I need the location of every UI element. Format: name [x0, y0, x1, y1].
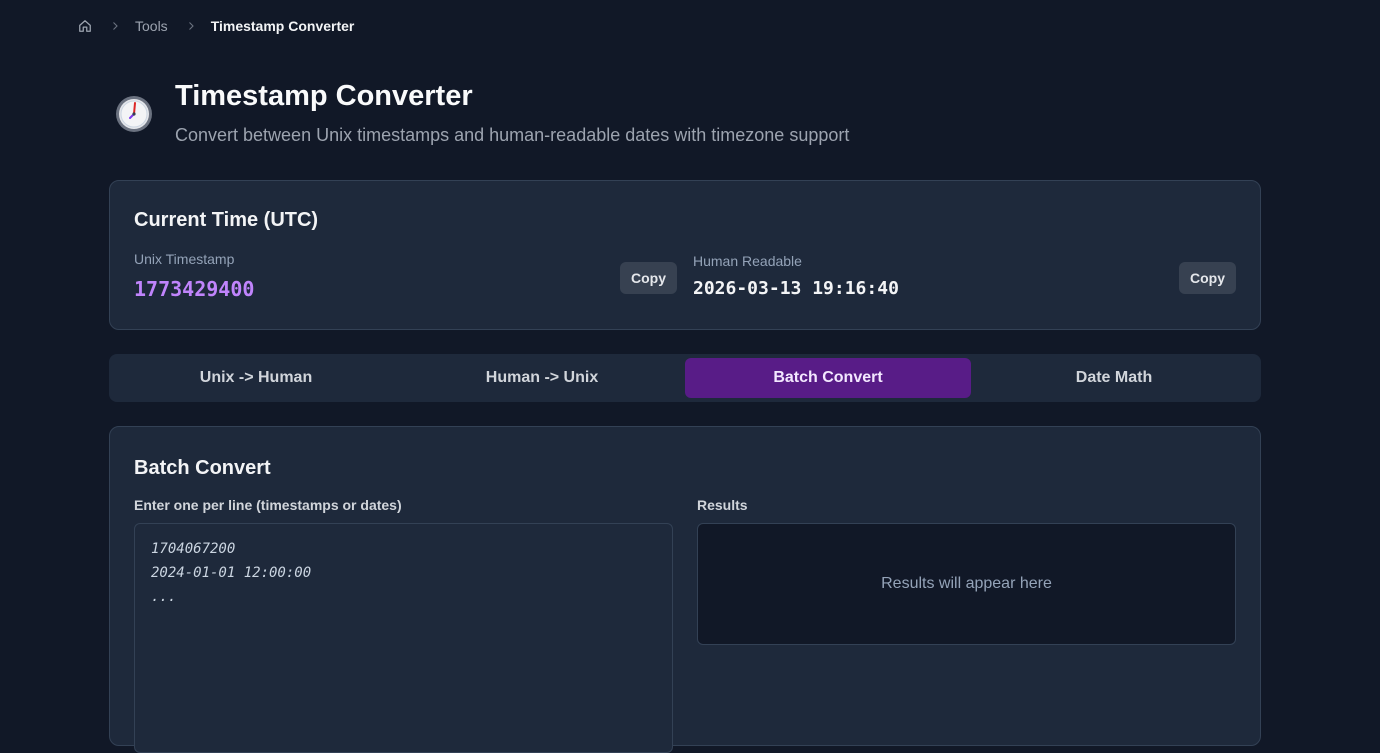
results-placeholder: Results will appear here — [881, 575, 1052, 592]
current-time-title: Current Time (UTC) — [134, 209, 319, 231]
chevron-right-icon — [113, 22, 118, 30]
batch-input-label: Enter one per line (timestamps or dates) — [134, 497, 402, 513]
copy-human-button[interactable]: Copy — [1179, 262, 1236, 294]
tab-unix-to-human[interactable]: Unix -> Human — [113, 358, 399, 398]
unix-timestamp-label: Unix Timestamp — [134, 251, 235, 267]
batch-convert-title: Batch Convert — [134, 457, 271, 479]
chevron-right-icon — [188, 22, 194, 30]
stopwatch-icon — [116, 96, 152, 132]
unix-timestamp-value: 1773429400 — [134, 277, 255, 301]
tab-date-math[interactable]: Date Math — [971, 358, 1257, 398]
results-label: Results — [697, 497, 748, 513]
tab-human-to-unix[interactable]: Human -> Unix — [399, 358, 685, 398]
breadcrumb-item-current: Timestamp Converter — [210, 18, 355, 34]
tab-batch-convert[interactable]: Batch Convert — [685, 358, 971, 398]
results-panel: Results will appear here — [697, 523, 1236, 645]
home-icon[interactable] — [78, 19, 92, 33]
human-readable-label: Human Readable — [693, 253, 802, 269]
copy-unix-button[interactable]: Copy — [620, 262, 677, 294]
breadcrumb: Tools Timestamp Converter — [78, 17, 354, 35]
page-header: Timestamp Converter Convert between Unix… — [110, 78, 1010, 150]
page-subtitle: Convert between Unix timestamps and huma… — [175, 125, 850, 145]
batch-input[interactable] — [134, 523, 673, 753]
batch-convert-card: Batch Convert Enter one per line (timest… — [109, 426, 1261, 753]
mode-tabs: Unix -> Human Human -> Unix Batch Conver… — [109, 354, 1261, 402]
human-readable-value: 2026-03-13 19:16:40 — [693, 278, 899, 299]
current-time-card: Current Time (UTC) Unix Timestamp 177342… — [109, 180, 1261, 330]
breadcrumb-item-tools[interactable]: Tools — [135, 18, 168, 34]
page-title: Timestamp Converter — [175, 80, 473, 112]
